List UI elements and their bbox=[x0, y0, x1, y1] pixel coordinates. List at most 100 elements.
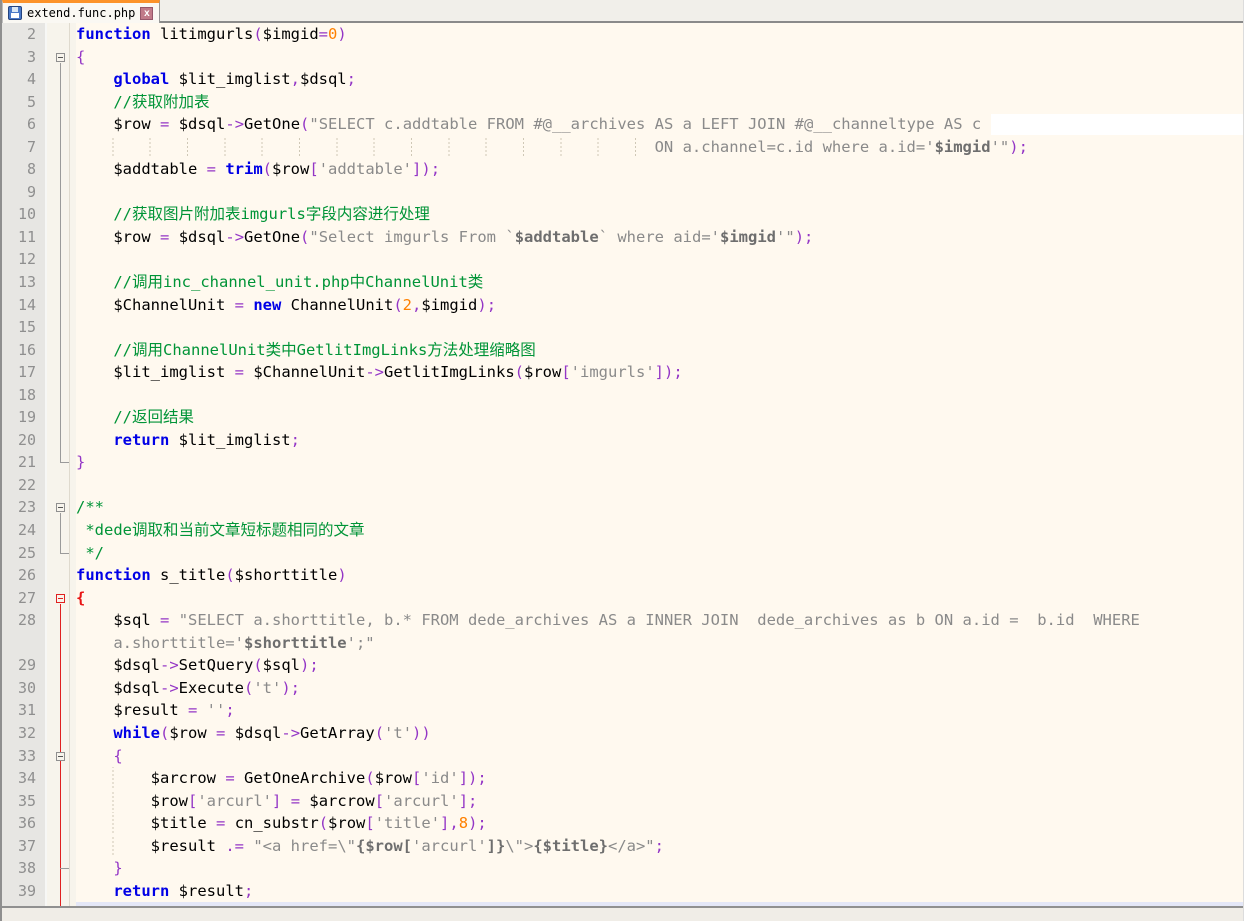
line-number[interactable]: 33 bbox=[2, 745, 47, 768]
tab-bar: extend.func.php x bbox=[2, 0, 1243, 23]
code-text[interactable]: } bbox=[76, 857, 1243, 880]
line-number[interactable]: 25 bbox=[2, 542, 47, 565]
code-text[interactable]: /** bbox=[76, 496, 1243, 519]
code-text[interactable]: $result = ''; bbox=[76, 699, 1243, 722]
code-text[interactable] bbox=[76, 384, 1243, 407]
line-number[interactable]: 29 bbox=[2, 654, 47, 677]
code-line: 14 $ChannelUnit = new ChannelUnit(2,$img… bbox=[2, 294, 1243, 317]
line-number[interactable]: 32 bbox=[2, 722, 47, 745]
line-number[interactable]: 18 bbox=[2, 384, 47, 407]
code-text[interactable]: $dsql->SetQuery($sql); bbox=[76, 654, 1243, 677]
code-text[interactable]: $lit_imglist = $ChannelUnit->GetlitImgLi… bbox=[76, 361, 1243, 384]
line-number[interactable]: 3 bbox=[2, 46, 47, 69]
code-text[interactable]: return $lit_imglist; bbox=[76, 429, 1243, 452]
code-text[interactable]: return $result; bbox=[76, 880, 1243, 903]
notepad-window: extend.func.php x 2 function litimgurls($… bbox=[0, 0, 1244, 921]
line-number[interactable]: 28 bbox=[2, 609, 47, 632]
line-number[interactable]: 39 bbox=[2, 880, 47, 903]
fold-margin bbox=[47, 158, 76, 181]
fold-margin bbox=[47, 564, 76, 587]
code-text[interactable] bbox=[76, 316, 1243, 339]
code-text[interactable]: $result .= "<a href=\"{$row['arcurl']}\"… bbox=[76, 835, 1243, 858]
line-number[interactable]: 7 bbox=[2, 136, 47, 159]
code-text[interactable]: //获取图片附加表imgurls字段内容进行处理 bbox=[76, 203, 1243, 226]
code-text[interactable]: $title = cn_substr($row['title'],8); bbox=[76, 812, 1243, 835]
code-text[interactable] bbox=[76, 181, 1243, 204]
close-tab-icon[interactable]: x bbox=[140, 7, 153, 20]
code-text[interactable]: $arcrow = GetOneArchive($row['id']); bbox=[76, 767, 1243, 790]
code-text[interactable]: */ bbox=[76, 542, 1243, 565]
code-line: 25 */ bbox=[2, 542, 1243, 565]
line-number[interactable]: 9 bbox=[2, 181, 47, 204]
code-text[interactable] bbox=[76, 474, 1243, 497]
code-text[interactable]: function s_title($shorttitle) bbox=[76, 564, 1243, 587]
line-number[interactable]: 15 bbox=[2, 316, 47, 339]
line-number[interactable]: 30 bbox=[2, 677, 47, 700]
line-number[interactable]: 12 bbox=[2, 248, 47, 271]
code-text[interactable]: } bbox=[76, 451, 1243, 474]
line-number[interactable]: 38 bbox=[2, 857, 47, 880]
code-text[interactable]: while($row = $dsql->GetArray('t')) bbox=[76, 722, 1243, 745]
line-number[interactable]: 23 bbox=[2, 496, 47, 519]
code-text[interactable]: //调用inc_channel_unit.php中ChannelUnit类 bbox=[76, 271, 1243, 294]
code-text[interactable]: { bbox=[76, 46, 1243, 69]
line-number[interactable]: 27 bbox=[2, 587, 47, 610]
fold-toggle-icon[interactable] bbox=[47, 745, 76, 768]
line-number[interactable]: 20 bbox=[2, 429, 47, 452]
line-number[interactable]: 19 bbox=[2, 406, 47, 429]
line-number[interactable]: 10 bbox=[2, 203, 47, 226]
code-line: 29 $dsql->SetQuery($sql); bbox=[2, 654, 1243, 677]
editor[interactable]: 2 function litimgurls($imgid=0) 3 {4 global… bbox=[2, 23, 1243, 906]
code-text[interactable]: //获取附加表 bbox=[76, 91, 1243, 114]
fold-toggle-icon[interactable] bbox=[47, 46, 76, 69]
code-text[interactable]: $addtable = trim($row['addtable']); bbox=[76, 158, 1243, 181]
fold-toggle-icon[interactable] bbox=[47, 587, 76, 610]
code-text[interactable]: ON a.channel=c.id where a.id='$imgid'"); bbox=[76, 136, 1243, 159]
code-text[interactable]: global $lit_imglist,$dsql; bbox=[76, 68, 1243, 91]
fold-toggle-icon[interactable] bbox=[47, 496, 76, 519]
code-text[interactable]: $sql = "SELECT a.shorttitle, b.* FROM de… bbox=[76, 609, 1243, 632]
fold-margin bbox=[47, 23, 76, 46]
code-text[interactable] bbox=[76, 248, 1243, 271]
line-number[interactable]: 24 bbox=[2, 519, 47, 542]
line-number[interactable]: 34 bbox=[2, 767, 47, 790]
code-text[interactable]: function litimgurls($imgid=0) bbox=[76, 23, 1243, 46]
code-text[interactable]: $row = $dsql->GetOne("Select imgurls Fro… bbox=[76, 226, 1243, 249]
code-text[interactable]: *dede调取和当前文章短标题相同的文章 bbox=[76, 519, 1243, 542]
line-number[interactable]: 14 bbox=[2, 294, 47, 317]
line-number[interactable]: 21 bbox=[2, 451, 47, 474]
tab-extend-func-php[interactable]: extend.func.php x bbox=[2, 0, 160, 23]
line-number[interactable]: 17 bbox=[2, 361, 47, 384]
code-text[interactable]: //返回结果 bbox=[76, 406, 1243, 429]
code-line: 24 *dede调取和当前文章短标题相同的文章 bbox=[2, 519, 1243, 542]
line-number[interactable]: 11 bbox=[2, 226, 47, 249]
line-number[interactable]: 5 bbox=[2, 91, 47, 114]
line-number[interactable]: 4 bbox=[2, 68, 47, 91]
code-text[interactable]: a.shorttitle='$shorttitle';" bbox=[76, 632, 1243, 655]
fold-margin bbox=[47, 790, 76, 813]
fold-margin bbox=[47, 880, 76, 903]
line-number[interactable]: 26 bbox=[2, 564, 47, 587]
code-text[interactable]: $ChannelUnit = new ChannelUnit(2,$imgid)… bbox=[76, 294, 1243, 317]
line-number[interactable]: 16 bbox=[2, 339, 47, 362]
code-line: 35 $row['arcurl'] = $arcrow['arcurl']; bbox=[2, 790, 1243, 813]
code-text[interactable]: $dsql->Execute('t'); bbox=[76, 677, 1243, 700]
code-line: 2 function litimgurls($imgid=0) bbox=[2, 23, 1243, 46]
line-number[interactable]: 2 bbox=[2, 23, 47, 46]
fold-margin bbox=[47, 451, 76, 474]
code-line: 18 bbox=[2, 384, 1243, 407]
line-number[interactable] bbox=[2, 632, 47, 655]
code-text[interactable]: { bbox=[76, 745, 1243, 768]
line-number[interactable]: 31 bbox=[2, 699, 47, 722]
code-text[interactable]: $row = $dsql->GetOne("SELECT c.addtable … bbox=[76, 113, 1243, 136]
line-number[interactable]: 37 bbox=[2, 835, 47, 858]
line-number[interactable]: 6 bbox=[2, 113, 47, 136]
line-number[interactable]: 36 bbox=[2, 812, 47, 835]
code-text[interactable]: //调用ChannelUnit类中GetlitImgLinks方法处理缩略图 bbox=[76, 339, 1243, 362]
code-text[interactable]: { bbox=[76, 587, 1243, 610]
line-number[interactable]: 22 bbox=[2, 474, 47, 497]
line-number[interactable]: 8 bbox=[2, 158, 47, 181]
code-text[interactable]: $row['arcurl'] = $arcrow['arcurl']; bbox=[76, 790, 1243, 813]
line-number[interactable]: 13 bbox=[2, 271, 47, 294]
line-number[interactable]: 35 bbox=[2, 790, 47, 813]
